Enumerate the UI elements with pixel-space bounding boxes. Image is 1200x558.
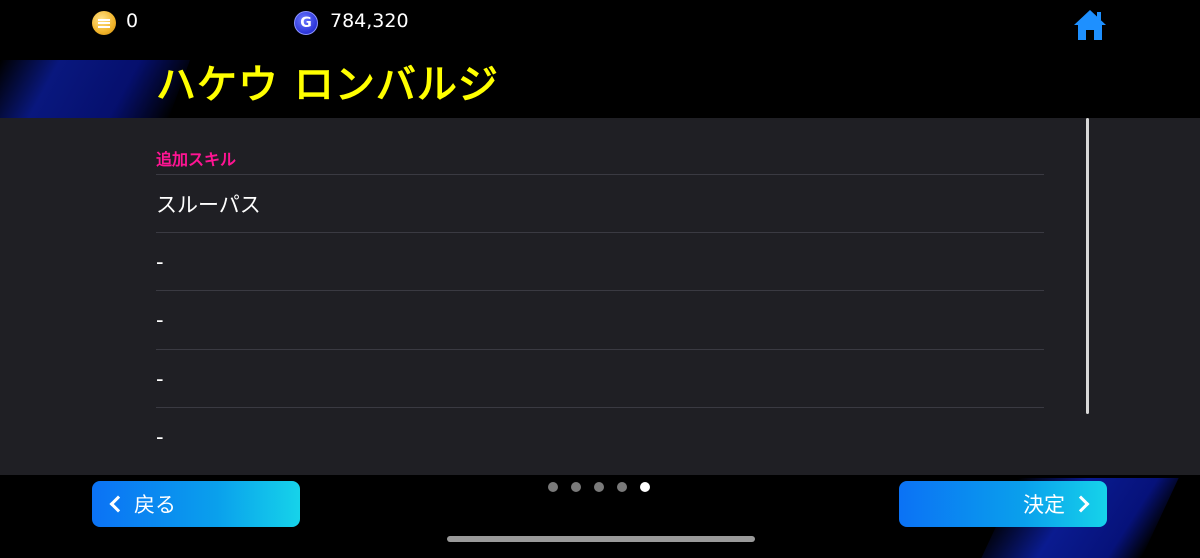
back-label: 戻る [134, 493, 176, 517]
section-label: 追加スキル [156, 150, 237, 169]
gp-coin-icon: G [294, 11, 318, 35]
page-dot[interactable] [617, 482, 627, 492]
skill-row[interactable]: スルーパス [156, 174, 1044, 232]
confirm-label: 決定 [1023, 493, 1065, 517]
skill-label: - [156, 424, 164, 449]
skill-label: スルーパス [156, 192, 261, 217]
coin-count: 0 [126, 10, 139, 32]
page-dot[interactable] [548, 482, 558, 492]
skill-row[interactable]: - [156, 232, 1044, 290]
skill-row[interactable]: - [156, 349, 1044, 407]
skill-label: - [156, 366, 164, 391]
page-dot[interactable] [594, 482, 604, 492]
top-bar: 0 G 784,320 [0, 0, 1200, 46]
gp-coin-symbol: G [300, 15, 312, 31]
chevron-right-icon [1072, 495, 1090, 513]
gp-count: 784,320 [330, 10, 409, 32]
scrollbar[interactable] [1086, 118, 1089, 414]
confirm-button[interactable]: 決定 [899, 481, 1107, 527]
page-dot-active[interactable] [640, 482, 650, 492]
player-name: ハケウ ロンバルジ [156, 62, 499, 108]
page-dot[interactable] [571, 482, 581, 492]
coin-icon [92, 11, 116, 35]
skill-row[interactable]: - [156, 290, 1044, 348]
skill-label: - [156, 249, 164, 274]
back-button[interactable]: 戻る [92, 481, 300, 527]
page-indicator [548, 482, 650, 492]
skill-row[interactable]: - [156, 407, 1044, 465]
chevron-left-icon [109, 495, 127, 513]
home-indicator[interactable] [447, 536, 755, 542]
skill-label: - [156, 307, 164, 332]
home-button[interactable] [1072, 8, 1108, 42]
home-icon [1074, 10, 1106, 40]
